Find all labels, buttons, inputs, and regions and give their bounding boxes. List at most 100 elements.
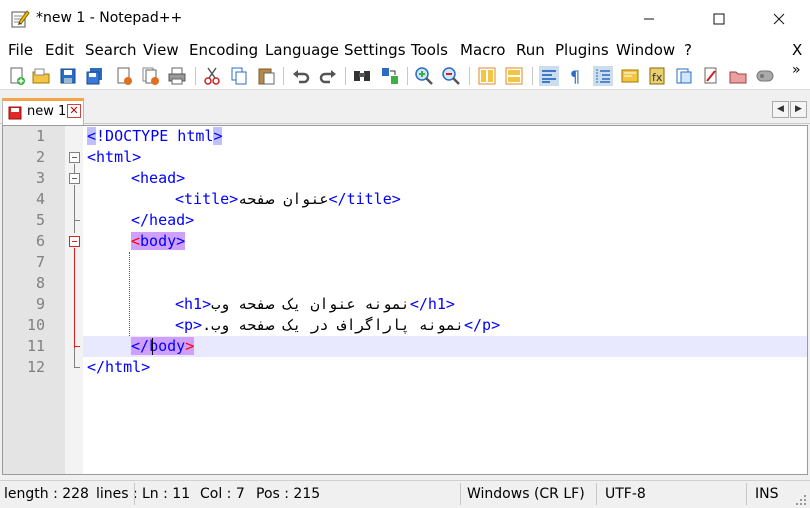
line-number: 12 — [26, 358, 45, 376]
menu-file[interactable]: File — [8, 41, 33, 59]
replace-icon[interactable] — [380, 66, 400, 86]
menu-search[interactable]: Search — [85, 41, 137, 59]
close-all-icon[interactable] — [140, 66, 160, 86]
body-close-name: body — [149, 337, 186, 355]
save-icon[interactable] — [58, 66, 78, 86]
line-number: 11 — [26, 337, 45, 355]
zoom-out-icon[interactable] — [441, 66, 461, 86]
find-icon[interactable] — [352, 66, 372, 86]
tab-close-button[interactable]: ✕ — [67, 104, 81, 118]
sync-horizontal-icon[interactable] — [504, 66, 524, 86]
status-encoding[interactable]: UTF-8 — [605, 486, 646, 502]
menu-view[interactable]: View — [143, 41, 179, 59]
tab-bar: new 1 ✕ — [0, 94, 810, 125]
menu-plugins[interactable]: Plugins — [555, 41, 609, 59]
p-text: نمونه پاراگراف در یک صفحه وب. — [202, 316, 464, 334]
tab-new-1[interactable]: new 1 ✕ — [2, 98, 84, 125]
paste-icon[interactable] — [256, 66, 276, 86]
code-line: </head> — [131, 210, 194, 231]
tab-scroll-right-button[interactable]: ▶ — [790, 101, 807, 118]
word-wrap-icon[interactable] — [539, 66, 559, 86]
minimize-icon — [644, 18, 654, 20]
sync-vertical-icon[interactable] — [477, 66, 497, 86]
head-close-tag: </head> — [131, 211, 195, 229]
notepad-app-icon[interactable] — [10, 9, 30, 29]
line-number: 9 — [35, 295, 45, 313]
zoom-in-icon[interactable] — [414, 66, 434, 86]
p-open-tag: <p> — [175, 316, 203, 334]
svg-text:fx: fx — [652, 71, 663, 84]
doctype-close-bracket: > — [213, 127, 223, 145]
menu-language[interactable]: Language — [265, 41, 339, 59]
fold-line — [74, 348, 75, 368]
body-open-name: body — [140, 232, 177, 250]
p-close-tag: </p> — [464, 316, 501, 334]
stop-record-icon[interactable] — [755, 66, 775, 86]
copy-icon[interactable] — [229, 66, 249, 86]
status-insert-mode[interactable]: INS — [755, 486, 779, 502]
line-number: 2 — [35, 148, 45, 166]
cut-icon[interactable] — [202, 66, 222, 86]
record-macro-icon[interactable] — [728, 66, 748, 86]
status-lines: lines : — [96, 486, 138, 502]
close-file-icon[interactable] — [114, 66, 134, 86]
line-number: 10 — [26, 316, 45, 334]
show-all-chars-icon[interactable]: ¶ — [566, 66, 586, 86]
tab-scroll-left-button[interactable]: ◀ — [772, 101, 789, 118]
code-text-area[interactable]: <!DOCTYPE html> <html> <head> <title>عنو… — [83, 126, 807, 474]
indent-guide-icon[interactable] — [593, 66, 613, 86]
line-number: 5 — [35, 211, 45, 229]
menu-macro[interactable]: Macro — [460, 41, 505, 59]
menu-encoding[interactable]: Encoding — [189, 41, 258, 59]
close-document-button[interactable]: X — [792, 41, 802, 59]
code-editor[interactable]: 1 2 3 4 5 6 7 8 9 10 11 12 <!DOCTYPE htm… — [2, 125, 808, 475]
line-number: 6 — [35, 232, 45, 250]
doc-map-icon[interactable] — [620, 66, 640, 86]
folder-as-workspace-icon[interactable] — [674, 66, 694, 86]
toolbar-separator — [283, 67, 284, 85]
fold-end-mark-active — [74, 346, 80, 347]
body-close-gt: > — [185, 337, 195, 355]
window-title: *new 1 - Notepad++ — [36, 10, 183, 26]
toolbar-overflow-button[interactable]: » — [792, 62, 801, 78]
fold-toggle-body[interactable] — [69, 236, 80, 247]
fold-line — [74, 164, 75, 173]
menu-tools[interactable]: Tools — [411, 41, 448, 59]
status-separator — [596, 483, 597, 505]
body-open-bracket: < — [131, 232, 141, 250]
monitoring-icon[interactable] — [701, 66, 721, 86]
status-bar: length : 228 lines : Ln : 11 Col : 7 Pos… — [0, 480, 810, 508]
fold-toggle-head[interactable] — [69, 173, 80, 184]
save-all-icon[interactable] — [85, 66, 105, 86]
print-icon[interactable] — [167, 66, 187, 86]
doctype-open-bracket: < — [87, 127, 97, 145]
toolbar-separator — [532, 67, 533, 85]
menu-bar: File Edit Search View Encoding Language … — [0, 38, 810, 62]
maximize-icon — [713, 13, 725, 25]
status-separator — [746, 483, 747, 505]
new-file-icon[interactable] — [7, 66, 27, 86]
body-close-open: </ — [131, 337, 150, 355]
minimize-button[interactable] — [626, 0, 672, 38]
open-file-icon[interactable] — [31, 66, 51, 86]
toolbar-separator — [195, 67, 196, 85]
status-eol-format[interactable]: Windows (CR LF) — [467, 486, 585, 502]
undo-icon[interactable] — [291, 66, 311, 86]
title-bar: *new 1 - Notepad++ — [0, 0, 810, 38]
title-text: عنوان صفحه — [238, 190, 329, 208]
menu-edit[interactable]: Edit — [45, 41, 74, 59]
maximize-button[interactable] — [696, 0, 742, 38]
redo-icon[interactable] — [318, 66, 338, 86]
menu-settings[interactable]: Settings — [344, 41, 406, 59]
resize-grip-icon[interactable] — [794, 493, 808, 507]
menu-run[interactable]: Run — [516, 41, 545, 59]
text-cursor — [152, 338, 153, 355]
menu-help[interactable]: ? — [684, 41, 692, 59]
function-list-icon[interactable]: fx — [647, 66, 667, 86]
status-separator — [134, 483, 135, 505]
close-window-button[interactable] — [756, 0, 802, 38]
fold-toggle-html[interactable] — [69, 152, 80, 163]
menu-window[interactable]: Window — [616, 41, 675, 59]
code-line: <title>عنوان صفحه</title> — [175, 189, 401, 210]
code-line-html-close: </html> — [87, 358, 151, 376]
